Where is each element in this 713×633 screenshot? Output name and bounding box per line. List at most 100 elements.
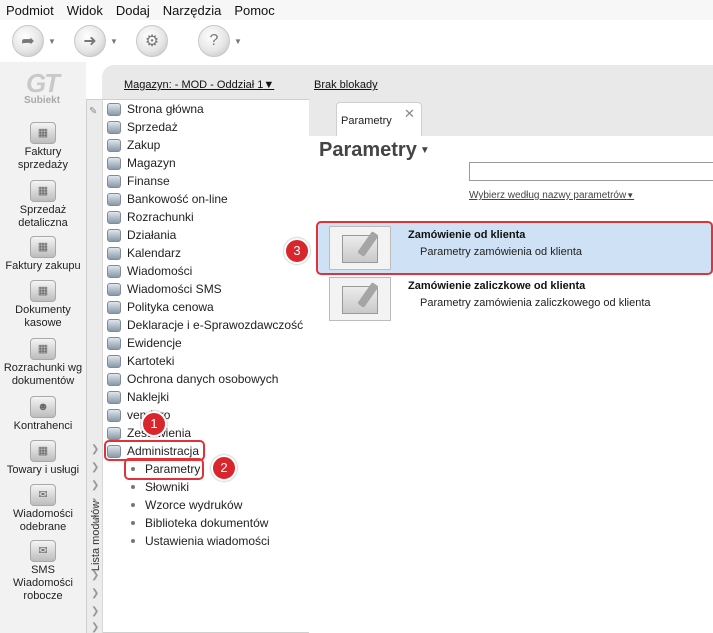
module-zakup[interactable]: Zakup — [107, 136, 160, 154]
close-icon[interactable]: ✕ — [404, 106, 415, 122]
forward-button[interactable]: ➜ ▼ — [74, 22, 128, 60]
sales-icon — [107, 120, 121, 134]
declarations-icon — [107, 318, 121, 332]
bullet-icon — [131, 503, 135, 507]
actions-icon — [107, 228, 121, 242]
shield-icon — [107, 372, 121, 386]
contractors-icon: ☻ — [30, 396, 56, 418]
lock-status-link[interactable]: Brak blokady — [314, 79, 378, 91]
subiekt-logo: GT Subiekt — [23, 68, 61, 106]
module-kalendarz[interactable]: Kalendarz — [107, 244, 181, 262]
address-bar: Magazyn: - MOD - Oddział 1▼ Brak blokady — [102, 65, 713, 99]
inbox-icon: ✉ — [30, 484, 56, 506]
nav-faktury-zakupu[interactable]: ▦ Faktury zakupu — [0, 236, 86, 273]
calendar-icon — [107, 246, 121, 260]
tools-button[interactable]: ⚙ — [136, 22, 190, 60]
submodule-slowniki[interactable]: Słowniki — [131, 478, 189, 496]
back-button[interactable]: ➦ ▼ — [12, 22, 66, 60]
parameter-name-chooser[interactable]: Wybierz według nazwy parametrów▼ — [469, 190, 634, 201]
chevron-right-icon[interactable]: ❯ — [91, 588, 99, 599]
tab-parametry[interactable]: Parametry ✕ — [336, 102, 422, 136]
chevron-right-icon[interactable]: ❯ — [91, 462, 99, 473]
menu-pomoc[interactable]: Pomoc — [234, 3, 274, 18]
module-magazyn[interactable]: Magazyn — [107, 154, 176, 172]
nav-sms-wiadomosci-robocze[interactable]: ✉ SMS Wiadomości robocze — [0, 540, 86, 603]
finance-icon — [107, 174, 121, 188]
records-icon — [107, 336, 121, 350]
module-deklaracje[interactable]: Deklaracje i e-Sprawozdawczość — [107, 316, 303, 334]
bank-icon — [107, 192, 121, 206]
nav-dokumenty-kasowe[interactable]: ▦ Dokumenty kasowe — [0, 280, 86, 330]
purchase-invoices-icon: ▦ — [30, 236, 56, 258]
nav-rozrachunki[interactable]: ▦ Rozrachunki wg dokumentów — [0, 338, 86, 388]
sms-drafts-icon: ✉ — [30, 540, 56, 562]
invoices-icon: ▦ — [30, 122, 56, 144]
module-finanse[interactable]: Finanse — [107, 172, 170, 190]
bullet-icon — [131, 539, 135, 543]
menu-widok[interactable]: Widok — [67, 3, 103, 18]
warehouse-selector[interactable]: Magazyn: - MOD - Oddział 1▼ — [124, 79, 274, 91]
sms-icon — [107, 282, 121, 296]
nav-sprzedaz-detaliczna[interactable]: ▦ Sprzedaż detaliczna — [0, 180, 86, 230]
purchase-icon — [107, 138, 121, 152]
chevron-right-icon[interactable]: ❯ — [91, 516, 99, 527]
step-badge-3: 3 — [284, 238, 310, 264]
parameter-search-input[interactable] — [469, 162, 713, 181]
menu-narzedzia[interactable]: Narzędzia — [163, 3, 222, 18]
module-kartoteki[interactable]: Kartoteki — [107, 352, 174, 370]
page-title[interactable]: Parametry ▼ — [319, 139, 430, 162]
module-dzialania[interactable]: Działania — [107, 226, 176, 244]
chevron-right-icon[interactable]: ❯ — [91, 570, 99, 581]
module-wiadomosci[interactable]: Wiadomości — [107, 262, 192, 280]
bullet-icon — [131, 521, 135, 525]
nav-wiadomosci-odebrane[interactable]: ✉ Wiadomości odebrane — [0, 484, 86, 534]
module-sprzedaz[interactable]: Sprzedaż — [107, 118, 178, 136]
module-rozrachunki[interactable]: Rozrachunki — [107, 208, 194, 226]
submodule-wzorce-wydrukow[interactable]: Wzorce wydruków — [131, 496, 242, 514]
goods-icon: ▦ — [30, 440, 56, 462]
module-list-panel: ✎ Lista modułów ❯ ❯ ❯ ❯ ❯ ❯ ❯ ❯ ❯ Strona… — [86, 99, 309, 633]
module-polityka-cenowa[interactable]: Polityka cenowa — [107, 298, 214, 316]
submodule-biblioteka-dokumentow[interactable]: Biblioteka dokumentów — [131, 514, 268, 532]
tab-label: Parametry — [341, 115, 392, 127]
settlements-icon — [107, 210, 121, 224]
menu-podmiot[interactable]: Podmiot — [6, 3, 54, 18]
content-area: Parametry ✕ Parametry ▼ Wybierz według na… — [309, 99, 713, 633]
highlight-zamowienie — [316, 221, 713, 275]
pin-icon[interactable]: ✎ — [89, 106, 97, 117]
nav-towary-i-uslugi[interactable]: ▦ Towary i usługi — [0, 440, 86, 477]
nav-faktury-sprzedazy[interactable]: ▦ Faktury sprzedaży — [0, 122, 86, 172]
left-navigation: GT Subiekt ▦ Faktury sprzedaży ▦ Sprzedaż … — [0, 62, 86, 633]
reports-icon — [107, 426, 121, 440]
parameter-item-title: Zamówienie zaliczkowe od klienta — [408, 280, 586, 292]
module-ochrona-danych[interactable]: Ochrona danych osobowych — [107, 370, 278, 388]
module-bankowosc[interactable]: Bankowość on-line — [107, 190, 228, 208]
back-icon: ➦ — [12, 25, 44, 57]
menu-dodaj[interactable]: Dodaj — [116, 3, 150, 18]
parameter-thumbnail-icon — [329, 277, 391, 321]
files-icon — [107, 354, 121, 368]
chevron-down-icon: ▼ — [419, 145, 430, 156]
submodule-ustawienia-wiadomosci[interactable]: Ustawienia wiadomości — [131, 532, 270, 550]
chevron-down-icon[interactable]: ▼ — [234, 37, 242, 46]
chevron-down-icon[interactable]: ▼ — [110, 37, 118, 46]
module-panel-strip[interactable]: ✎ Lista modułów ❯ ❯ ❯ ❯ ❯ ❯ ❯ ❯ ❯ — [87, 100, 103, 633]
module-ewidencje[interactable]: Ewidencje — [107, 334, 182, 352]
parameter-item-zamowienie-zaliczkowe[interactable]: Zamówienie zaliczkowe od klienta Paramet… — [318, 274, 713, 324]
chevron-right-icon[interactable]: ❯ — [91, 622, 99, 633]
chevron-right-icon[interactable]: ❯ — [91, 498, 99, 509]
step-badge-1: 1 — [141, 411, 167, 437]
module-naklejki[interactable]: Naklejki — [107, 388, 169, 406]
module-strona-glowna[interactable]: Strona główna — [107, 100, 204, 118]
chevron-right-icon[interactable]: ❯ — [91, 444, 99, 455]
messages-icon — [107, 264, 121, 278]
chevron-right-icon[interactable]: ❯ — [91, 606, 99, 617]
help-button[interactable]: ? ▼ — [198, 22, 252, 60]
vendero-icon — [107, 408, 121, 422]
chevron-down-icon[interactable]: ▼ — [48, 37, 56, 46]
module-wiadomosci-sms[interactable]: Wiadomości SMS — [107, 280, 222, 298]
retail-icon: ▦ — [30, 180, 56, 202]
pricing-icon — [107, 300, 121, 314]
chevron-right-icon[interactable]: ❯ — [91, 480, 99, 491]
nav-kontrahenci[interactable]: ☻ Kontrahenci — [0, 396, 86, 433]
